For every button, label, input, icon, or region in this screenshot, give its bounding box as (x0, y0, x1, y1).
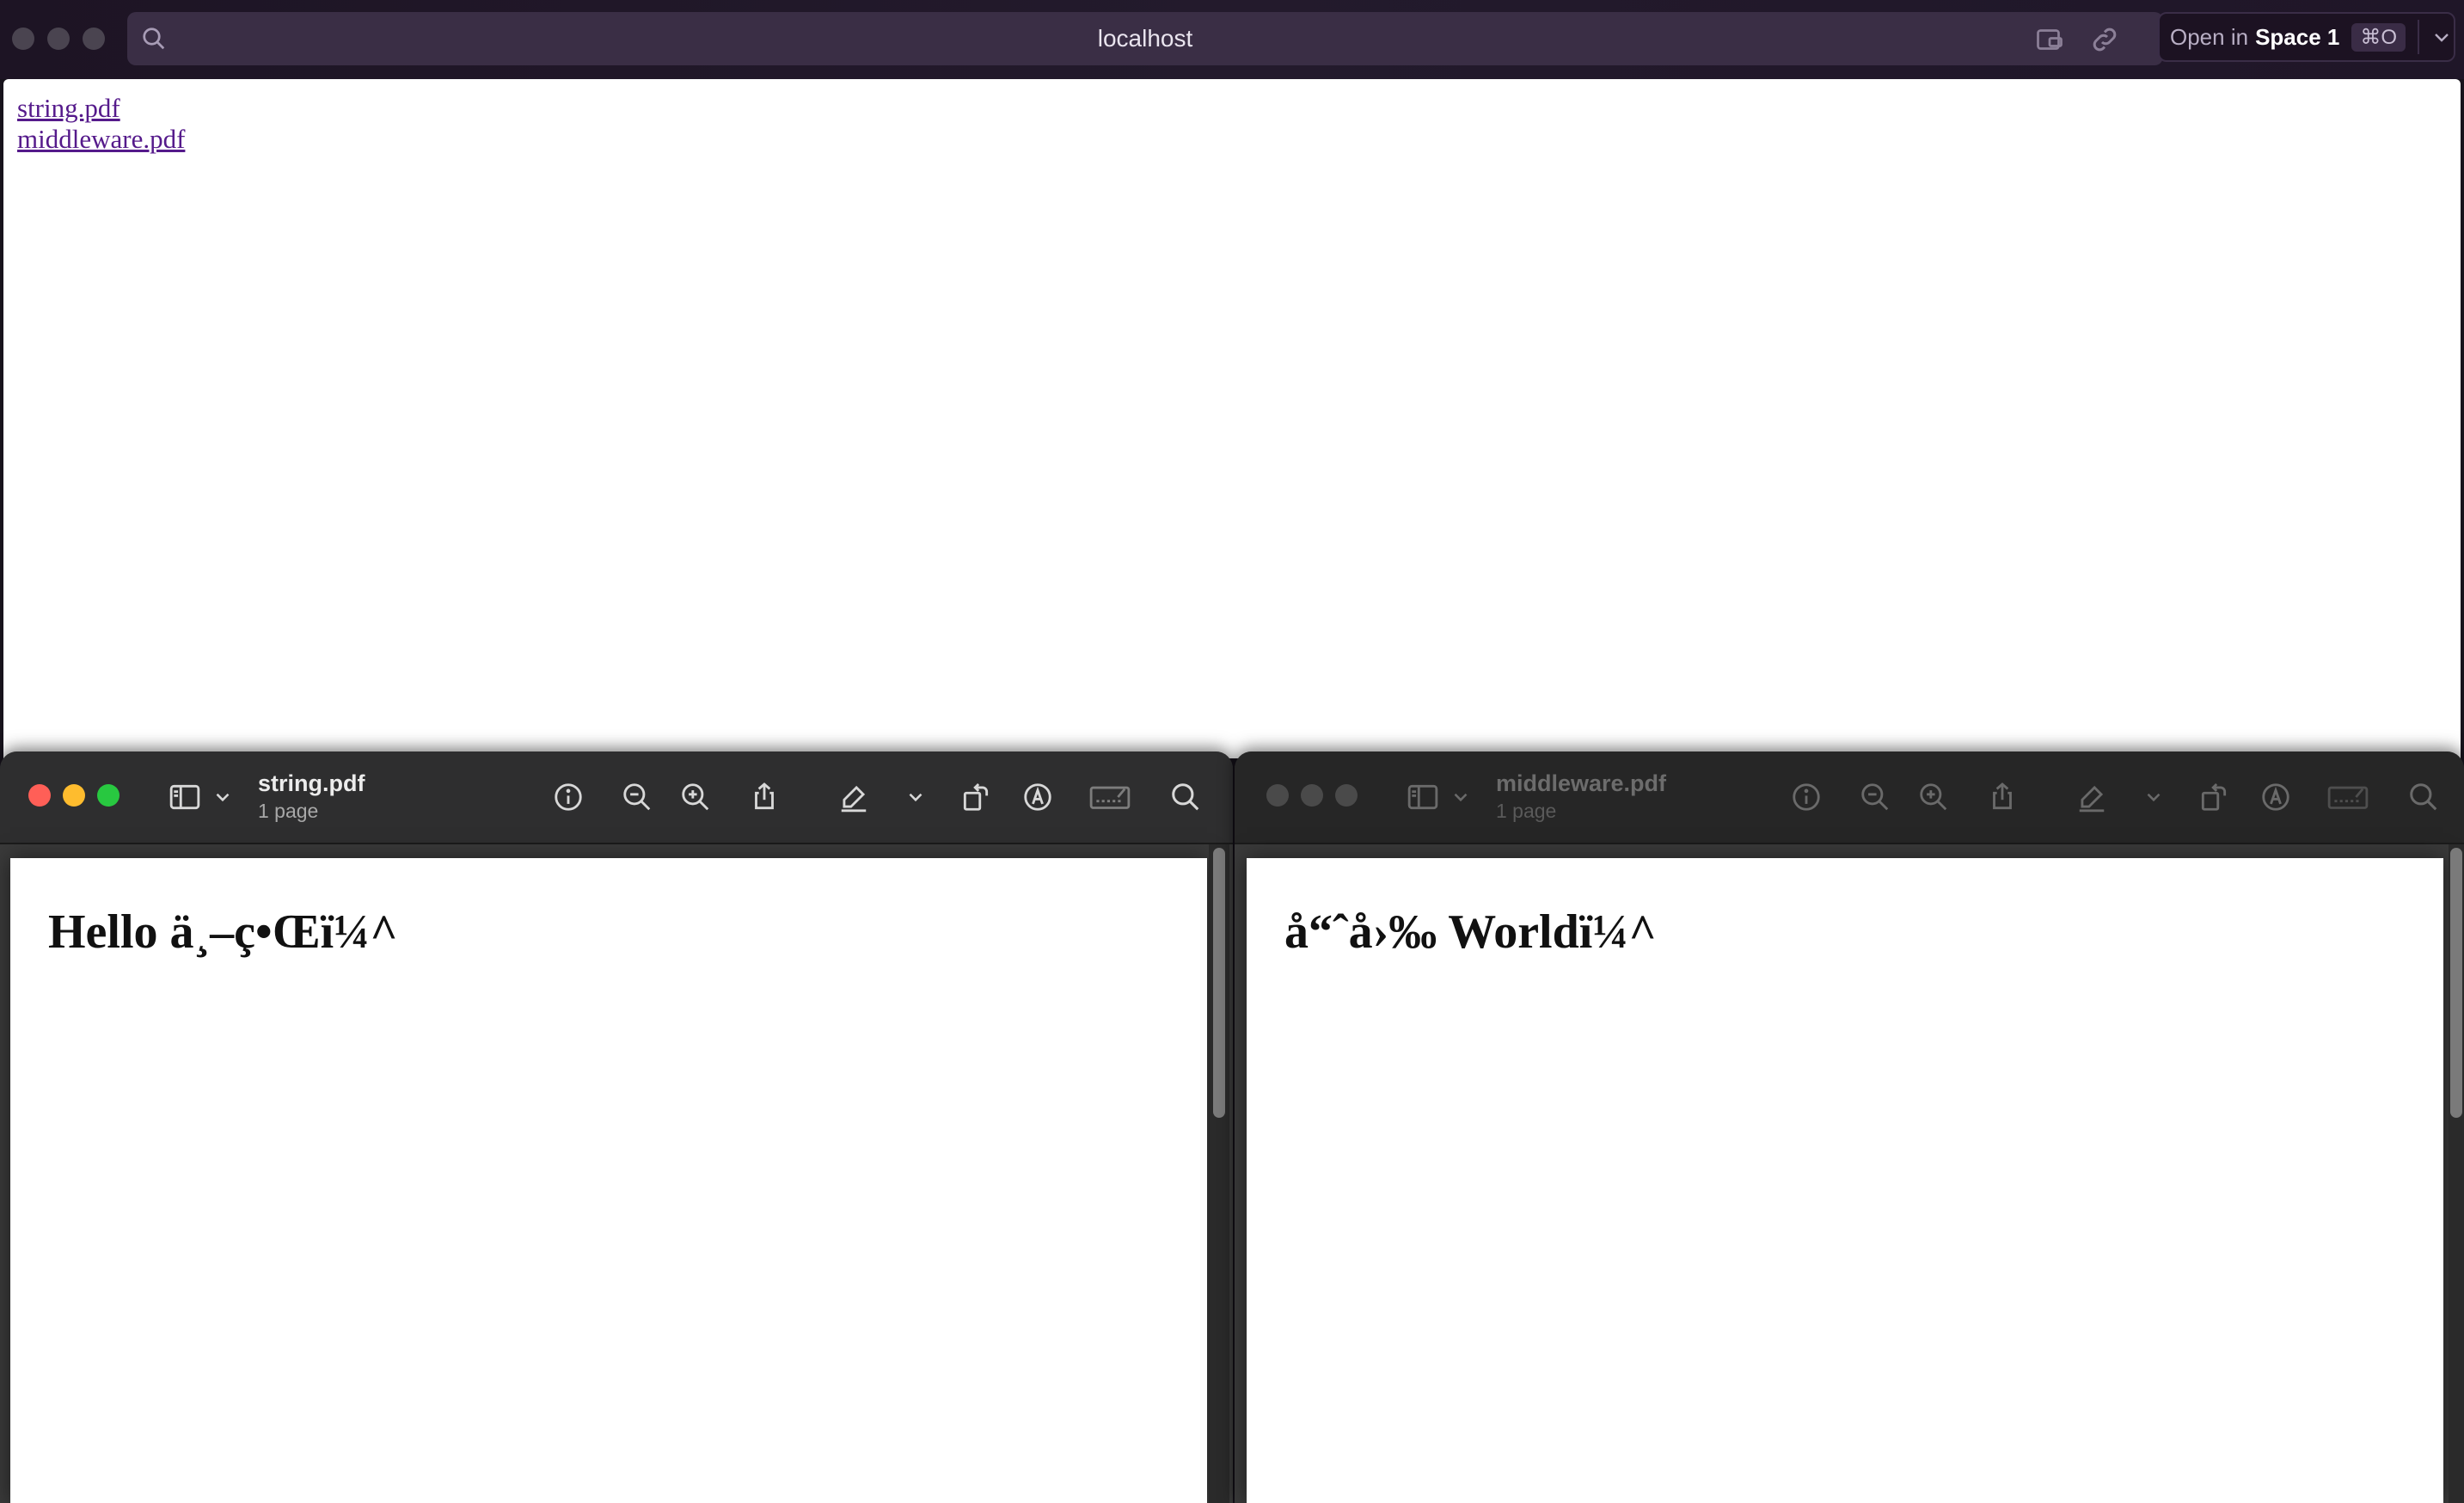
sidebar-icon[interactable] (1405, 781, 1441, 813)
link-string-pdf[interactable]: string.pdf (17, 93, 120, 124)
info-icon[interactable] (552, 781, 585, 813)
info-icon[interactable] (1790, 781, 1823, 813)
shortcut-badge: ⌘O (2351, 22, 2406, 52)
chevron-down-icon[interactable] (211, 781, 234, 813)
pdf-text: Hello ä¸–ç•Œï¼^ (48, 905, 398, 959)
chevron-down-icon[interactable] (2431, 27, 2452, 47)
close-button[interactable] (1266, 784, 1289, 807)
search-icon[interactable] (1169, 781, 1202, 813)
highlight-icon[interactable] (837, 781, 870, 813)
picture-in-picture-icon[interactable] (2034, 24, 2065, 55)
browser-zoom-button[interactable] (83, 28, 105, 50)
web-page: string.pdf middleware.pdf (3, 79, 2461, 758)
preview-window-string: string.pdf 1 page Hello ä¸–ç•Œï¼^ (0, 752, 1233, 1503)
minimize-button[interactable] (1301, 784, 1323, 807)
zoom-button[interactable] (97, 784, 120, 807)
markup-icon[interactable] (1021, 781, 1054, 813)
zoom-out-icon[interactable] (1859, 781, 1891, 813)
scrollbar-thumb[interactable] (2450, 848, 2462, 1118)
highlight-icon[interactable] (2075, 781, 2108, 813)
share-icon[interactable] (1986, 781, 2019, 813)
url-text: localhost (1097, 25, 1193, 52)
open-in-space-button[interactable]: Open in Space 1 ⌘O (2158, 12, 2455, 62)
preview-toolbar: middleware.pdf 1 page (1235, 752, 2464, 844)
zoom-button[interactable] (1335, 784, 1358, 807)
document-canvas[interactable]: Hello ä¸–ç•Œï¼^ (0, 844, 1233, 1503)
pdf-text: å“ˆå›‰ Worldï¼^ (1284, 905, 1657, 959)
copy-link-icon[interactable] (2089, 24, 2120, 55)
signature-icon[interactable] (2326, 781, 2369, 813)
scroll-track[interactable] (1209, 844, 1229, 1503)
zoom-out-icon[interactable] (621, 781, 653, 813)
markup-icon[interactable] (2259, 781, 2292, 813)
pdf-page: å“ˆå›‰ Worldï¼^ (1247, 858, 2443, 1503)
chevron-down-icon[interactable] (904, 781, 927, 813)
space-name: Space 1 (2255, 23, 2340, 50)
browser-close-button[interactable] (12, 28, 34, 50)
pdf-page: Hello ä¸–ç•Œï¼^ (10, 858, 1207, 1503)
sidebar-icon[interactable] (167, 781, 203, 813)
page-count: 1 page (1496, 800, 1557, 822)
scroll-track[interactable] (2449, 844, 2464, 1503)
preview-window-middleware: middleware.pdf 1 page å“ˆå›‰ Worldï¼^ (1235, 752, 2464, 1503)
search-icon[interactable] (2407, 781, 2440, 813)
link-middleware-pdf[interactable]: middleware.pdf (17, 124, 185, 155)
chevron-down-icon[interactable] (2142, 781, 2165, 813)
zoom-in-icon[interactable] (679, 781, 712, 813)
signature-icon[interactable] (1088, 781, 1131, 813)
preview-toolbar: string.pdf 1 page (0, 752, 1233, 844)
open-in-label: Open in Space 1 (2170, 23, 2340, 50)
rotate-icon[interactable] (2197, 781, 2230, 813)
scrollbar-thumb[interactable] (1213, 848, 1225, 1118)
share-icon[interactable] (748, 781, 781, 813)
window-title: string.pdf (258, 770, 365, 796)
chevron-down-icon[interactable] (1450, 781, 1472, 813)
divider (2418, 20, 2420, 54)
page-count: 1 page (258, 800, 319, 822)
rotate-icon[interactable] (959, 781, 992, 813)
browser-toolbar: localhost Open in Space 1 ⌘O (0, 0, 2464, 79)
minimize-button[interactable] (63, 784, 85, 807)
close-button[interactable] (28, 784, 51, 807)
browser-minimize-button[interactable] (47, 28, 70, 50)
zoom-in-icon[interactable] (1917, 781, 1950, 813)
window-title: middleware.pdf (1496, 770, 1667, 796)
document-canvas[interactable]: å“ˆå›‰ Worldï¼^ (1235, 844, 2464, 1503)
address-bar[interactable]: localhost (127, 12, 2163, 65)
